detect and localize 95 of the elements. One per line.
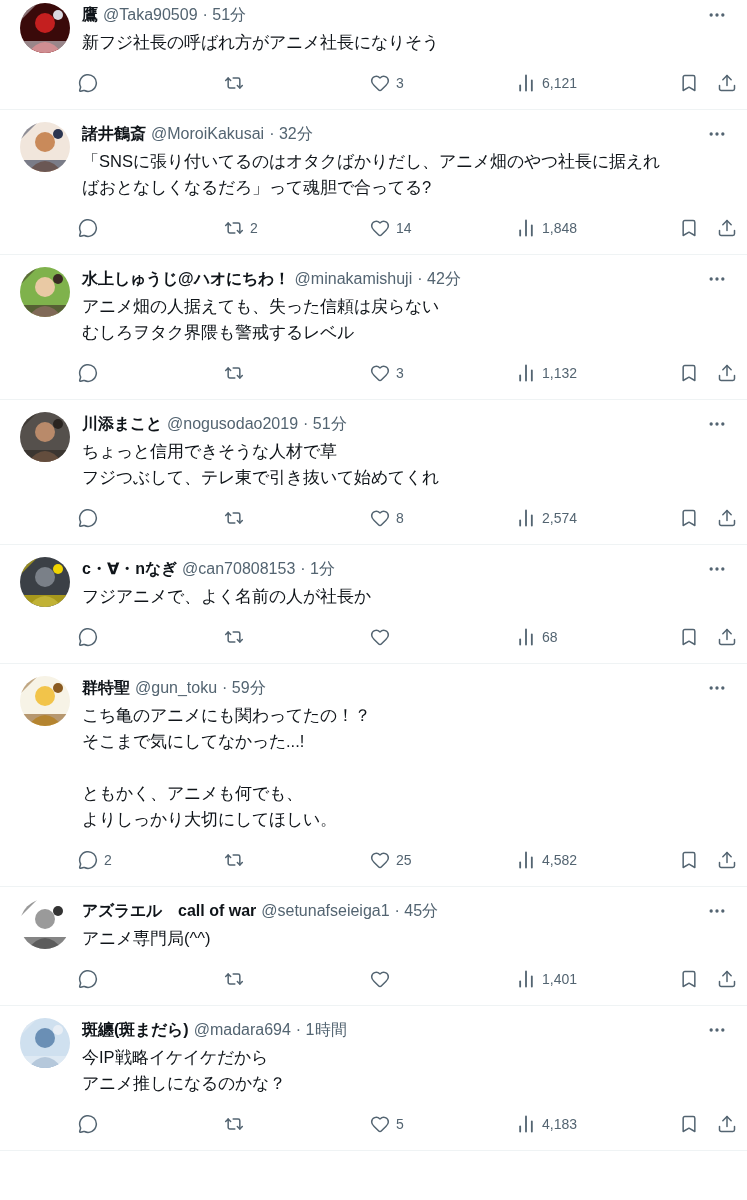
like-button[interactable]: 8	[368, 508, 514, 528]
heart-icon	[370, 218, 390, 238]
tweet-text-line: アニメ推しになるのかな？	[82, 1073, 286, 1094]
tweet-text-line: アニメ専門局(^^)	[82, 928, 211, 949]
post-time: · 1時間	[295, 1019, 347, 1040]
share-icon[interactable]	[717, 850, 737, 870]
share-icon[interactable]	[717, 218, 737, 238]
bookmark-icon[interactable]	[679, 218, 699, 238]
share-icon[interactable]	[717, 627, 737, 647]
bookmark-icon[interactable]	[679, 850, 699, 870]
reply-button[interactable]: 2	[76, 850, 222, 870]
heart-icon	[370, 1114, 390, 1134]
share-icon[interactable]	[717, 1114, 737, 1134]
user-name: c・∀・nなぎ	[82, 558, 178, 580]
user-handle: @minakamishuji	[294, 270, 413, 288]
tweet-text-line: 今IP戦略イケイケだから	[82, 1047, 268, 1068]
post-time: · 51分	[202, 4, 247, 25]
bookmark-icon[interactable]	[679, 1114, 699, 1134]
bar-chart-icon	[516, 627, 536, 647]
heart-icon	[370, 850, 390, 870]
user-name: 斑纏(斑まだら)	[82, 1019, 189, 1040]
user-name: 水上しゅうじ@ハオにちわ！	[82, 268, 290, 290]
post-time: · 45分	[394, 900, 439, 921]
tweet-text-line: フジつぶして、テレ東で引き抜いて始めてくれ	[82, 467, 439, 488]
like-button[interactable]: 3	[368, 73, 514, 93]
speech-bubble-icon	[78, 627, 98, 647]
views-button[interactable]: 6,121	[514, 73, 660, 93]
user-handle: @Taka90509	[103, 6, 198, 24]
tweet-text-line: 新フジ社長の呼ばれ方がアニメ社長になりそう	[82, 32, 439, 53]
repost-button[interactable]: 2	[222, 218, 368, 238]
speech-bubble-icon	[78, 1114, 98, 1134]
tweet-text-line: アニメ畑の人据えても、失った信頼は戻らない	[82, 296, 439, 317]
heart-icon	[370, 363, 390, 383]
speech-bubble-icon	[78, 73, 98, 93]
speech-bubble-icon	[78, 218, 98, 238]
user-handle: @nogusodao2019	[167, 415, 299, 433]
bar-chart-icon	[516, 969, 536, 989]
bar-chart-icon	[516, 508, 536, 528]
post-time: · 51分	[303, 413, 347, 434]
tweet-text-line: ばおとなしくなるだろ」って魂胆で合ってる?	[82, 177, 432, 198]
user-handle: @can70808153	[182, 560, 296, 578]
user-handle: @madara694	[193, 1021, 291, 1039]
speech-bubble-icon	[78, 508, 98, 528]
speech-bubble-icon	[78, 969, 98, 989]
share-icon[interactable]	[717, 508, 737, 528]
views-button[interactable]: 1,401	[514, 969, 660, 989]
views-button[interactable]: 2,574	[514, 508, 660, 528]
user-handle: @MoroiKakusai	[151, 125, 265, 143]
tweet-text-line: むしろヲタク界隈も警戒するレベル	[82, 322, 354, 343]
bookmark-icon[interactable]	[679, 363, 699, 383]
bookmark-icon[interactable]	[679, 627, 699, 647]
like-button[interactable]: 3	[368, 363, 514, 383]
tweet-text-line: こち亀のアニメにも関わってたの！？	[82, 705, 371, 726]
heart-icon	[370, 627, 390, 647]
post-time: · 32分	[269, 123, 313, 144]
bar-chart-icon	[516, 73, 536, 93]
tweet-text-line: よりしっかり大切にしてほしい。	[82, 809, 337, 830]
heart-icon	[370, 73, 390, 93]
tweet-text-line: そこまで気にしてなかった...!	[82, 731, 305, 752]
share-icon[interactable]	[717, 969, 737, 989]
views-button[interactable]: 4,183	[514, 1114, 660, 1134]
post-time: · 1分	[300, 558, 335, 579]
bookmark-icon[interactable]	[679, 508, 699, 528]
views-button[interactable]: 68	[514, 627, 660, 647]
speech-bubble-icon	[78, 363, 98, 383]
post-time: · 59分	[222, 677, 266, 698]
user-handle: @setunafseieiga1	[261, 902, 390, 920]
user-name: 諸井鶴斎	[82, 123, 146, 144]
bar-chart-icon	[516, 218, 536, 238]
like-button[interactable]: 25	[368, 850, 514, 870]
bar-chart-icon	[516, 1114, 536, 1134]
heart-icon	[370, 508, 390, 528]
user-name: アズラエル call of war	[82, 900, 257, 921]
tweet-text-line: フジアニメで、よく名前の人が社長か	[82, 586, 371, 607]
share-icon[interactable]	[717, 73, 737, 93]
user-name: 鷹	[82, 4, 98, 25]
user-name: 群特聖	[82, 677, 130, 698]
speech-bubble-icon	[78, 850, 98, 870]
tweet-text-line: ちょっと信用できそうな人材で草	[82, 441, 337, 462]
like-button[interactable]: 14	[368, 218, 514, 238]
share-icon[interactable]	[717, 363, 737, 383]
bookmark-icon[interactable]	[679, 969, 699, 989]
tweet-text-line: 「SNSに張り付いてるのはオタクばかりだし、アニメ畑のやつ社長に据えれ	[82, 151, 660, 172]
views-button[interactable]: 1,848	[514, 218, 660, 238]
user-name: 川添まこと	[82, 413, 162, 434]
views-button[interactable]: 1,132	[514, 363, 660, 383]
tweet-text-line: ともかく、アニメも何でも、	[82, 783, 303, 804]
bookmark-icon[interactable]	[679, 73, 699, 93]
user-handle: @gun_toku	[135, 679, 218, 697]
heart-icon	[370, 969, 390, 989]
like-button[interactable]: 5	[368, 1114, 514, 1134]
bar-chart-icon	[516, 363, 536, 383]
views-button[interactable]: 4,582	[514, 850, 660, 870]
bar-chart-icon	[516, 850, 536, 870]
post-time: · 42分	[417, 268, 461, 289]
